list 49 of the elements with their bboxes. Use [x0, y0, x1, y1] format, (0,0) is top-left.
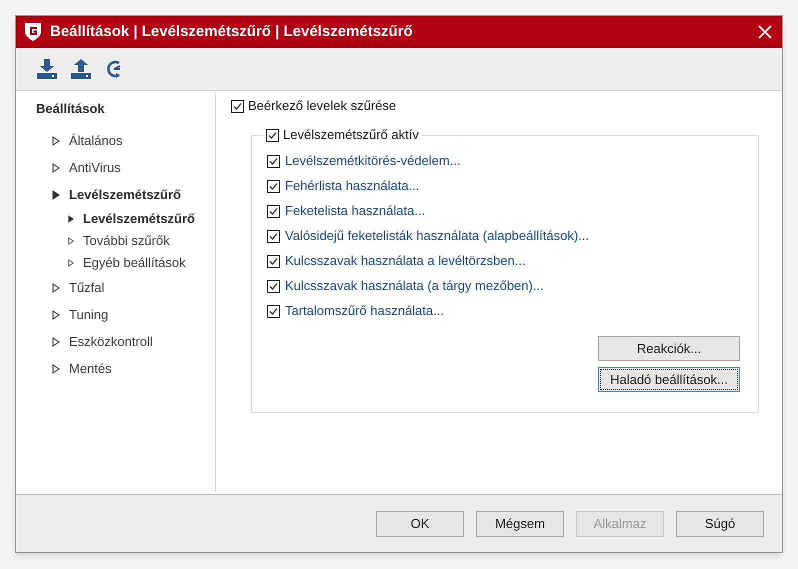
group-title[interactable]: Levélszemétszűrő aktív	[283, 125, 419, 145]
collapsed-triangle-icon[interactable]	[68, 259, 74, 267]
shield-logo-icon	[24, 22, 42, 42]
footer-button[interactable]: Súgó	[676, 510, 764, 536]
option-link[interactable]: Kulcsszavak használata (a tárgy mezőben)...	[285, 276, 544, 296]
footer-button[interactable]: OK	[376, 510, 464, 536]
tree-item[interactable]: Tuning	[69, 304, 108, 324]
tree-item[interactable]: További szűrők	[83, 231, 170, 251]
expanded-triangle-icon[interactable]	[52, 190, 60, 200]
dialog-button[interactable]: Reakciók...	[598, 336, 740, 361]
checkbox[interactable]	[231, 100, 244, 112]
checkbox[interactable]	[267, 154, 280, 168]
collapsed-triangle-icon[interactable]	[52, 364, 60, 374]
checkbox[interactable]	[266, 128, 279, 142]
collapsed-triangle-icon[interactable]	[52, 336, 60, 346]
option-link[interactable]: Tartalomszűrő használata...	[285, 301, 444, 321]
option-link[interactable]: Valósidejű feketelisták használata (alapbeállítások)...	[285, 226, 589, 246]
option-link[interactable]: Kulcsszavak használata a levéltörzsben...	[285, 251, 526, 271]
option-link[interactable]: Feketelista használata...	[285, 201, 426, 221]
tree-item[interactable]: Általános	[69, 130, 122, 150]
checkbox[interactable]	[267, 304, 280, 318]
footer-button[interactable]: Mégsem	[476, 510, 564, 536]
checkbox-label[interactable]: Beérkező levelek szűrése	[248, 96, 396, 116]
checkbox[interactable]	[267, 230, 280, 242]
collapsed-triangle-icon[interactable]	[52, 136, 60, 146]
expanded-triangle-icon[interactable]	[68, 215, 74, 223]
collapsed-triangle-icon[interactable]	[52, 282, 60, 292]
upload-icon[interactable]	[70, 58, 92, 80]
option-link[interactable]: Fehérlista használata...	[285, 176, 420, 196]
collapsed-triangle-icon[interactable]	[52, 162, 60, 172]
checkbox[interactable]	[267, 204, 280, 218]
tree-item[interactable]: Mentés	[69, 358, 112, 378]
checkbox[interactable]	[267, 180, 280, 192]
collapsed-triangle-icon[interactable]	[68, 237, 74, 245]
close-icon[interactable]	[758, 25, 772, 39]
download-icon[interactable]	[36, 58, 58, 80]
tree-item[interactable]: Eszközkontroll	[69, 332, 153, 352]
collapsed-triangle-icon[interactable]	[52, 310, 60, 320]
tree-item[interactable]: Tűzfal	[69, 278, 104, 298]
checkbox[interactable]	[267, 254, 280, 268]
tree-item[interactable]: Levélszemétszűrő	[69, 184, 181, 204]
option-link[interactable]: Levélszemétkitörés-védelem...	[285, 151, 461, 171]
tree-item[interactable]: Egyéb beállítások	[83, 253, 186, 273]
dialog-button[interactable]: Haladó beállítások...	[598, 367, 740, 392]
checkbox[interactable]	[267, 280, 280, 292]
tree-item[interactable]: Levélszemétszűrő	[83, 209, 195, 229]
sidebar-heading: Beállítások	[35, 100, 106, 118]
window-title: Beállítások | Levélszemétszűrő | Levélszemétszűrő	[50, 22, 413, 42]
tree-item[interactable]: AntiVirus	[69, 158, 121, 178]
